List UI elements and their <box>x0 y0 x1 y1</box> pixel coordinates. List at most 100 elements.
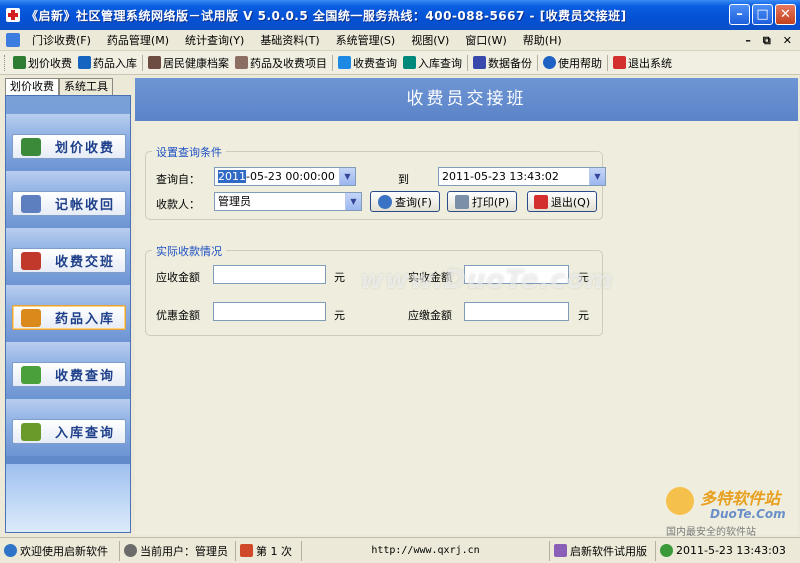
toolbar-drug-items-button[interactable]: 药品及收费项目 <box>232 53 330 73</box>
toolbar-label: 药品及收费项目 <box>250 56 327 70</box>
menu-help[interactable]: 帮助(H) <box>515 30 570 51</box>
payable-label: 应缴金额 <box>408 309 452 322</box>
toolbar-separator <box>142 54 143 71</box>
exit-button[interactable]: 退出(Q) <box>527 191 597 212</box>
cashier-select[interactable]: 管理员 ▼ <box>214 192 362 211</box>
nav-label: 入库查询 <box>55 426 116 441</box>
mdi-minimize-button[interactable]: – <box>745 34 751 47</box>
from-datetime-picker[interactable]: 2011-05-23 00:00:00 ▼ <box>214 167 356 186</box>
toolbar-backup-button[interactable]: 数据备份 <box>470 53 535 73</box>
menu-drug-management[interactable]: 药品管理(M) <box>99 30 177 51</box>
nav-account-recall-button[interactable]: 记帐收回 <box>12 191 126 216</box>
tab-pricing[interactable]: 划价收费 <box>5 78 59 95</box>
menu-window[interactable]: 窗口(W) <box>457 30 514 51</box>
toolbar-grip[interactable] <box>4 54 7 71</box>
status-time: 2011-5-23 13:43:03 <box>656 541 794 561</box>
nav-block: 收费交班 <box>6 228 130 285</box>
mdi-close-button[interactable]: ✕ <box>783 34 792 47</box>
exit-button-label: 退出(Q) <box>550 195 591 209</box>
mdi-controls: – ⧉ ✕ <box>745 30 792 51</box>
watermark: www.DuoTe.com <box>360 265 614 295</box>
toolbar: 划价收费 药品入库 居民健康档案 药品及收费项目 收费查询 入库查询 数据备份 … <box>0 51 800 75</box>
nav-shift-handover-button[interactable]: 收费交班 <box>12 248 126 273</box>
toolbar-drug-in-button[interactable]: 药品入库 <box>75 53 140 73</box>
clock-icon <box>660 544 673 557</box>
toolbar-help-button[interactable]: 使用帮助 <box>540 53 605 73</box>
toolbar-charge-query-button[interactable]: 收费查询 <box>335 53 400 73</box>
status-user-text: 当前用户：管理员 <box>140 544 228 558</box>
window-title: 《启新》社区管理系统网络版－试用版 V 5.0.0.5 全国统一服务热线：400… <box>26 8 627 23</box>
print-button[interactable]: 打印(P) <box>447 191 517 212</box>
query-button[interactable]: 查询(F) <box>370 191 440 212</box>
nav-list: 划价收费 记帐收回 收费交班 药品入库 收费查询 入库查询 <box>5 95 131 533</box>
print-button-label: 打印(P) <box>471 195 510 209</box>
chevron-down-icon[interactable]: ▼ <box>345 193 361 210</box>
exit-icon <box>533 194 548 209</box>
box-icon <box>21 422 41 441</box>
toolbar-label: 使用帮助 <box>558 56 602 70</box>
menu-statistics[interactable]: 统计查询(Y) <box>177 30 252 51</box>
status-time-text: 2011-5-23 13:43:03 <box>676 544 786 557</box>
nav-charge-query-button[interactable]: 收费查询 <box>12 362 126 387</box>
toolbar-separator <box>467 54 468 71</box>
chevron-down-icon[interactable]: ▼ <box>339 168 355 185</box>
window-controls: – □ ✕ <box>729 4 796 25</box>
edition-icon <box>554 544 567 557</box>
toolbar-exit-button[interactable]: 退出系统 <box>610 53 675 73</box>
mdi-restore-button[interactable]: ⧉ <box>763 34 771 48</box>
nav-label: 收费交班 <box>55 255 116 270</box>
status-count-text: 第 1 次 <box>256 544 292 558</box>
toolbar-label: 数据备份 <box>488 56 532 70</box>
payable-amount-field[interactable] <box>464 302 569 321</box>
toolbar-label: 药品入库 <box>93 56 137 70</box>
count-icon <box>240 544 253 557</box>
nav-label: 划价收费 <box>55 141 116 156</box>
status-edition: 启新软件试用版 <box>550 540 656 561</box>
toolbar-separator <box>607 54 608 71</box>
to-datetime-picker[interactable]: 2011-05-23 13:43:02 ▼ <box>438 167 606 186</box>
discount-amount-field[interactable] <box>213 302 326 321</box>
close-button[interactable]: ✕ <box>775 4 796 25</box>
status-url-text: http://www.qxrj.cn <box>371 545 480 556</box>
toolbar-stock-query-button[interactable]: 入库查询 <box>400 53 465 73</box>
discount-unit: 元 <box>334 309 345 322</box>
toolbar-pricing-button[interactable]: 划价收费 <box>10 53 75 73</box>
cashier-label: 收款人： <box>156 198 200 211</box>
status-user: 当前用户：管理员 <box>120 540 236 561</box>
mdi-window-icon <box>6 33 20 47</box>
search-icon <box>378 194 393 209</box>
pen-icon <box>13 56 26 69</box>
menu-bar: 门诊收费(F) 药品管理(M) 统计查询(Y) 基础资料(T) 系统管理(S) … <box>0 30 800 51</box>
note-icon <box>21 194 41 213</box>
minimize-button[interactable]: – <box>729 4 750 25</box>
printer-icon <box>454 194 469 209</box>
left-tabs: 划价收费 系统工具 <box>5 78 131 95</box>
tab-system-tools[interactable]: 系统工具 <box>59 78 113 95</box>
toolbar-label: 收费查询 <box>353 56 397 70</box>
query-button-label: 查询(F) <box>395 195 432 209</box>
main-content: 收费员交接班 设置查询条件 查询自： 2011-05-23 00:00:00 ▼… <box>135 78 798 535</box>
search-icon <box>338 56 351 69</box>
from-year-selected: 2011 <box>218 170 246 183</box>
chevron-down-icon[interactable]: ▼ <box>589 168 605 185</box>
exit-icon <box>613 56 626 69</box>
nav-pricing-button[interactable]: 划价收费 <box>12 134 126 159</box>
status-bar: 欢迎使用启新软件 当前用户：管理员 第 1 次 http://www.qxrj.… <box>0 537 800 563</box>
nav-drug-in-button[interactable]: 药品入库 <box>12 305 126 330</box>
toolbar-label: 退出系统 <box>628 56 672 70</box>
logo-slogan: 国内最安全的软件站 <box>666 527 756 538</box>
to-label: 到 <box>398 173 409 186</box>
receivable-amount-field[interactable] <box>213 265 326 284</box>
toolbar-health-records-button[interactable]: 居民健康档案 <box>145 53 232 73</box>
menu-view[interactable]: 视图(V) <box>403 30 457 51</box>
group-title: 设置查询条件 <box>152 144 226 160</box>
maximize-button[interactable]: □ <box>752 4 773 25</box>
nav-stock-query-button[interactable]: 入库查询 <box>12 419 126 444</box>
menu-clinic-charge[interactable]: 门诊收费(F) <box>24 30 99 51</box>
globe-icon <box>4 544 17 557</box>
menu-system[interactable]: 系统管理(S) <box>328 30 404 51</box>
magnifier-icon <box>148 56 161 69</box>
mascot-icon <box>666 487 694 515</box>
menu-basic-data[interactable]: 基础资料(T) <box>252 30 327 51</box>
status-welcome-text: 欢迎使用启新软件 <box>20 544 108 558</box>
